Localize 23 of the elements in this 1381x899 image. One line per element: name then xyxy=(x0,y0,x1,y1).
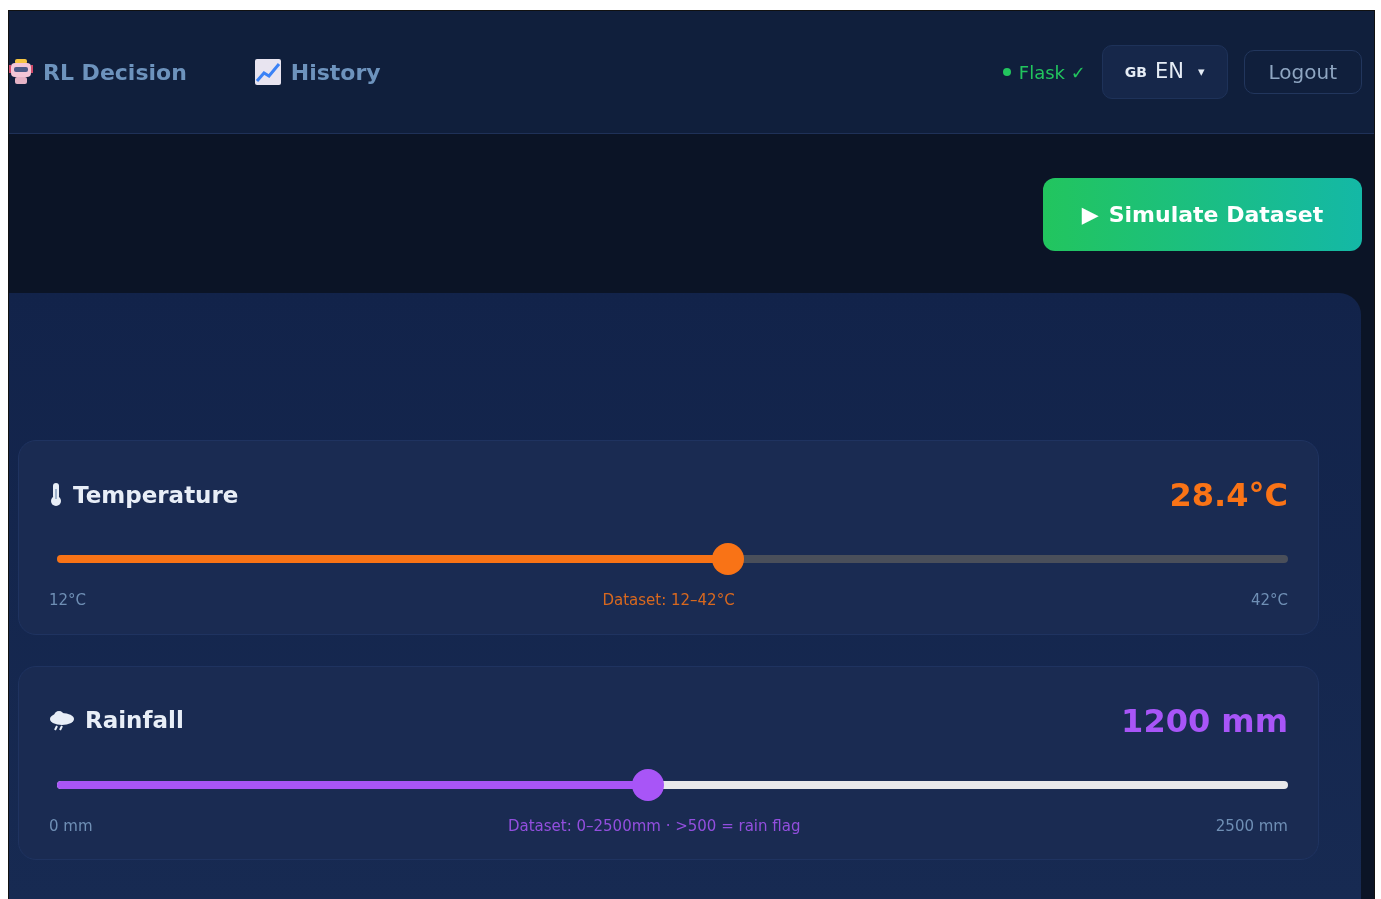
max-label: 42°C xyxy=(1250,590,1288,611)
thermometer-icon xyxy=(49,483,63,507)
rain-cloud-icon xyxy=(49,710,75,731)
dataset-range: Dataset: 0–2500mm · >500 = rain flag xyxy=(507,815,801,837)
robot-icon xyxy=(9,59,33,85)
slider-label: Rainfall xyxy=(85,706,184,736)
slider-track[interactable] xyxy=(57,780,1288,789)
language-dropdown[interactable]: GB EN ▾ xyxy=(1101,45,1228,99)
chart-icon xyxy=(254,59,281,85)
logout-button[interactable]: Logout xyxy=(1243,50,1362,94)
slider-thumb[interactable] xyxy=(631,768,664,801)
slider-thumb[interactable] xyxy=(711,543,744,575)
max-label: 2500 mm xyxy=(1215,815,1288,837)
status-text: Flask ✓ xyxy=(1018,60,1086,85)
dataset-range: Dataset: 12–42°C xyxy=(602,590,735,611)
slider-value: 1200 mm xyxy=(1121,700,1288,742)
min-label: 0 mm xyxy=(49,815,93,837)
nav-link[interactable]: RL Decision xyxy=(9,55,187,89)
slider-label: Temperature xyxy=(73,480,239,510)
slider-value: 28.4°C xyxy=(1169,475,1288,516)
slider-track[interactable] xyxy=(57,555,1288,563)
nav-link[interactable]: History xyxy=(254,55,381,89)
min-label: 12°C xyxy=(49,590,87,611)
